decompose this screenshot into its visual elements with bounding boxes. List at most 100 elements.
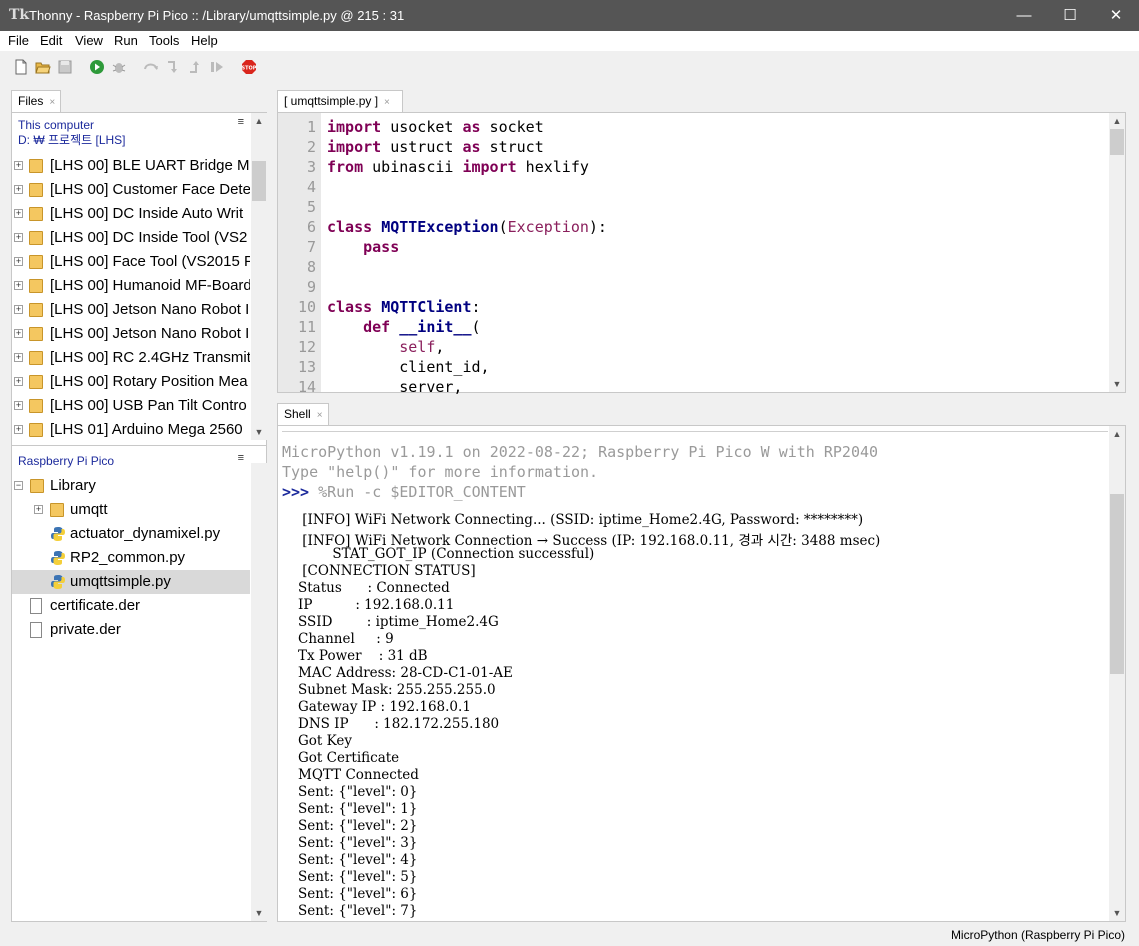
run-icon[interactable]: [89, 59, 105, 75]
maximize-button[interactable]: ☐: [1047, 0, 1093, 31]
expand-icon[interactable]: +: [14, 233, 23, 242]
tree-row-folder[interactable]: + [LHS 00] RC 2.4GHz Transmit: [12, 346, 250, 370]
scroll-down-icon[interactable]: ▼: [1109, 376, 1125, 392]
code-token: import: [462, 158, 517, 176]
tree-row-folder[interactable]: + umqtt: [12, 498, 250, 522]
code-token: server,: [327, 378, 463, 396]
scrollbar-thumb[interactable]: [1110, 494, 1124, 674]
code-token: socket: [480, 118, 544, 136]
interpreter-status[interactable]: MicroPython (Raspberry Pi Pico): [951, 928, 1125, 942]
menu-help[interactable]: Help: [191, 33, 218, 48]
expand-icon[interactable]: +: [14, 161, 23, 170]
folder-icon: [29, 375, 43, 389]
close-window-button[interactable]: ✕: [1093, 0, 1139, 31]
scroll-up-icon[interactable]: ▲: [1109, 426, 1125, 442]
expand-icon[interactable]: +: [14, 281, 23, 290]
tree-row-folder[interactable]: + [LHS 00] DC Inside Tool (VS2: [12, 226, 250, 250]
line-number: 12: [297, 338, 316, 356]
tree-row-label: actuator_dynamixel.py: [70, 525, 221, 542]
minimize-button[interactable]: —: [1001, 0, 1047, 31]
scrollbar-thumb[interactable]: [1110, 129, 1124, 155]
tree-row-folder[interactable]: + [LHS 00] Face Tool (VS2015 P: [12, 250, 250, 274]
tree-row-folder[interactable]: + [LHS 00] USB Pan Tilt Contro: [12, 394, 250, 418]
expand-icon[interactable]: +: [14, 353, 23, 362]
code-token: client_id,: [327, 358, 490, 376]
expand-icon[interactable]: +: [14, 401, 23, 410]
tree-row-label: [LHS 00] Face Tool (VS2015 P: [50, 253, 250, 270]
code-token: :: [471, 298, 481, 316]
expand-icon[interactable]: +: [14, 329, 23, 338]
debug-icon[interactable]: [111, 59, 127, 75]
tab-shell[interactable]: Shell ×: [277, 403, 329, 425]
scroll-down-icon[interactable]: ▼: [251, 905, 267, 921]
expand-icon[interactable]: +: [14, 377, 23, 386]
tree-row-folder[interactable]: − Library: [12, 474, 250, 498]
scroll-up-icon[interactable]: ▲: [251, 113, 267, 129]
scroll-down-icon[interactable]: ▼: [1109, 905, 1125, 921]
tree-row-folder[interactable]: + [LHS 00] Customer Face Dete: [12, 178, 250, 202]
menu-icon[interactable]: ≡: [238, 116, 244, 128]
scroll-down-icon[interactable]: ▼: [251, 424, 267, 440]
expand-icon[interactable]: +: [14, 305, 23, 314]
tree-row-label: RP2_common.py: [70, 549, 186, 566]
close-icon[interactable]: ×: [384, 97, 390, 108]
tree-row-folder[interactable]: + [LHS 01] Arduino Mega 2560: [12, 418, 250, 442]
line-number: 11: [297, 318, 316, 336]
shell-output-line: Gateway IP : 192.168.0.1: [298, 699, 471, 715]
shell-output-line: MQTT Connected: [298, 767, 419, 783]
expand-icon[interactable]: +: [34, 505, 43, 514]
tree-row-folder[interactable]: + [LHS 00] DC Inside Auto Writ: [12, 202, 250, 226]
tree-row-label: [LHS 00] Rotary Position Mea: [50, 373, 248, 390]
divider: [282, 431, 1108, 432]
tab-umqttsimple[interactable]: [ umqttsimple.py ] ×: [277, 90, 403, 112]
computer-path[interactable]: D: ₩ 프로젝트 [LHS]: [18, 133, 126, 148]
shell-output-line: Sent: {"level": 2}: [298, 818, 418, 834]
tree-row-py[interactable]: umqttsimple.py: [12, 570, 250, 594]
menu-edit[interactable]: Edit: [40, 33, 62, 48]
menu-tools[interactable]: Tools: [149, 33, 179, 48]
new-file-icon[interactable]: [13, 59, 29, 75]
scroll-up-icon[interactable]: ▲: [1109, 113, 1125, 129]
expand-icon[interactable]: +: [14, 257, 23, 266]
tree-row-folder[interactable]: + [LHS 00] Humanoid MF-Board: [12, 274, 250, 298]
scrollbar-thumb[interactable]: [252, 161, 266, 201]
tree-row-file[interactable]: private.der: [12, 618, 250, 642]
shell-output-line: Got Key: [298, 733, 352, 749]
tab-files[interactable]: Files ×: [11, 90, 61, 112]
open-folder-icon[interactable]: [35, 59, 51, 75]
menu-view[interactable]: View: [75, 33, 103, 48]
pico-tree-scrollbar[interactable]: ▼: [251, 463, 267, 921]
expand-icon[interactable]: +: [14, 209, 23, 218]
close-icon[interactable]: ×: [49, 97, 55, 108]
menu-icon[interactable]: ≡: [238, 452, 244, 464]
shell-output-line: Got Certificate: [298, 750, 400, 766]
expand-icon[interactable]: +: [14, 185, 23, 194]
tree-row-py[interactable]: actuator_dynamixel.py: [12, 522, 250, 546]
code-editor[interactable]: 1 2 3 4 5 6 7 8 9 10 11 12 13 14 import usocket as so…: [277, 112, 1126, 396]
code-token: ubinascii: [363, 158, 463, 176]
tree-row-folder[interactable]: + [LHS 00] Rotary Position Mea: [12, 370, 250, 394]
editor-scrollbar[interactable]: ▲ ▼: [1109, 113, 1125, 392]
stop-icon[interactable]: STOP: [241, 59, 257, 75]
tree-row-file[interactable]: certificate.der: [12, 594, 250, 618]
shell-output-line: Sent: {"level": 6}: [298, 886, 418, 902]
shell-panel[interactable]: MicroPython v1.19.1 on 2022-08-22; Raspb…: [277, 425, 1126, 922]
folder-icon: [29, 351, 43, 365]
code-token: self: [399, 338, 436, 356]
computer-tree-scrollbar[interactable]: ▲ ▼: [251, 113, 267, 440]
window-title: Thonny - Raspberry Pi Pico :: /Library/u…: [29, 8, 405, 23]
step-over-icon: [144, 63, 158, 70]
tree-row-folder[interactable]: + [LHS 00] Jetson Nano Robot I: [12, 322, 250, 346]
code-token: (: [471, 318, 481, 336]
collapse-icon[interactable]: −: [14, 481, 23, 490]
expand-icon[interactable]: +: [14, 425, 23, 434]
menu-file[interactable]: File: [8, 33, 29, 48]
tree-row-py[interactable]: RP2_common.py: [12, 546, 250, 570]
shell-scrollbar[interactable]: ▲ ▼: [1109, 426, 1125, 921]
tree-row-folder[interactable]: + [LHS 00] BLE UART Bridge Mo: [12, 154, 250, 178]
close-icon[interactable]: ×: [317, 410, 323, 421]
menu-run[interactable]: Run: [114, 33, 138, 48]
tree-row-folder[interactable]: + [LHS 00] Jetson Nano Robot I: [12, 298, 250, 322]
